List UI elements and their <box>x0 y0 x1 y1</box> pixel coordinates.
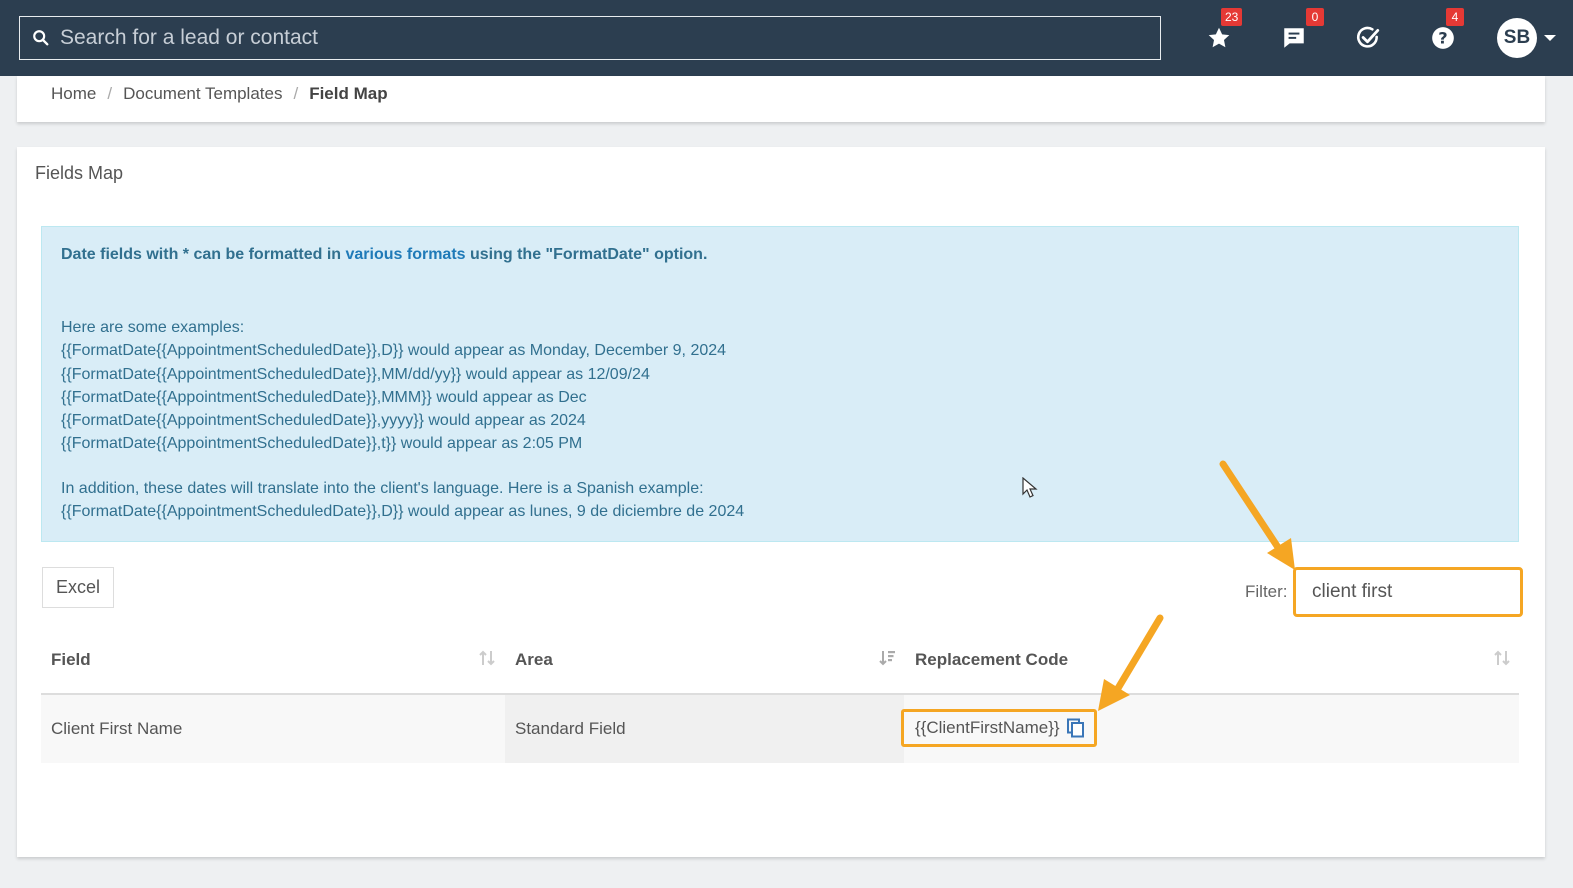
search-input[interactable]: Search for a lead or contact <box>19 16 1161 60</box>
check-circle-icon <box>1356 26 1380 48</box>
fields-map-card: Fields Map Date fields with * can be for… <box>17 147 1545 857</box>
mouse-cursor-icon <box>1022 477 1038 498</box>
replacement-code-text: {{ClientFirstName}} <box>915 718 1060 737</box>
help-button[interactable]: ? 4 <box>1429 8 1464 52</box>
messages-button[interactable]: 0 <box>1280 8 1324 52</box>
alert-heading-text: Date fields with * can be formatted in <box>61 246 346 263</box>
search-placeholder: Search for a lead or contact <box>60 26 318 49</box>
example-line: {{FormatDate{{AppointmentScheduledDate}}… <box>61 435 583 453</box>
help-icon: ? <box>1432 27 1454 49</box>
breadcrumb-document-templates[interactable]: Document Templates <box>123 84 282 104</box>
chat-icon <box>1284 28 1304 48</box>
example-line: {{FormatDate{{AppointmentScheduledDate}}… <box>61 412 586 430</box>
sort-icon[interactable] <box>478 648 496 668</box>
annotation-arrow <box>1098 614 1164 711</box>
favorites-button[interactable]: 23 <box>1205 8 1243 52</box>
search-icon <box>33 30 49 46</box>
breadcrumb-home[interactable]: Home <box>51 84 96 104</box>
filter-input[interactable]: client first <box>1293 567 1523 617</box>
favorites-badge: 23 <box>1221 8 1243 26</box>
examples-intro: Here are some examples: <box>61 319 245 336</box>
column-header-field[interactable]: Field <box>51 650 91 670</box>
spanish-example: {{FormatDate{{AppointmentScheduledDate}}… <box>61 503 745 521</box>
svg-text:?: ? <box>1438 28 1447 47</box>
alert-heading: Date fields with * can be formatted in v… <box>61 246 707 264</box>
breadcrumb: Home / Document Templates / Field Map <box>51 84 388 104</box>
top-navbar: Search for a lead or contact 23 0 ? 4 SB <box>0 0 1573 76</box>
sort-icon[interactable] <box>1493 648 1511 668</box>
cell-field: Client First Name <box>51 719 183 738</box>
replacement-code-cell: {{ClientFirstName}} <box>901 709 1097 747</box>
annotation-arrow <box>1219 460 1295 570</box>
tasks-button[interactable] <box>1354 24 1382 52</box>
excel-export-button[interactable]: Excel <box>42 567 114 608</box>
language-note: In addition, these dates will translate … <box>61 480 704 497</box>
table-row: Client First Name Standard Field {{Clien… <box>41 695 1519 763</box>
avatar[interactable]: SB <box>1497 18 1537 58</box>
star-icon <box>1208 27 1230 48</box>
column-header-area[interactable]: Area <box>515 650 553 670</box>
example-line: {{FormatDate{{AppointmentScheduledDate}}… <box>61 388 587 406</box>
various-formats-link[interactable]: various formats <box>346 246 466 263</box>
breadcrumb-bar: Home / Document Templates / Field Map <box>17 76 1545 122</box>
messages-badge: 0 <box>1306 8 1324 26</box>
cell-area: Standard Field <box>515 719 626 738</box>
column-header-replacement-code[interactable]: Replacement Code <box>915 650 1068 670</box>
breadcrumb-separator: / <box>293 84 299 103</box>
breadcrumb-current: Field Map <box>309 84 388 103</box>
help-badge: 4 <box>1446 8 1464 26</box>
filter-label: Filter: <box>1245 582 1288 601</box>
alert-heading-text-end: using the "FormatDate" option. <box>465 246 708 263</box>
breadcrumb-separator: / <box>107 84 113 103</box>
examples-list: Here are some examples: {{FormatDate{{Ap… <box>61 316 726 456</box>
chevron-down-icon[interactable] <box>1544 35 1556 41</box>
example-line: {{FormatDate{{AppointmentScheduledDate}}… <box>61 342 727 360</box>
copy-icon[interactable] <box>1066 718 1086 738</box>
sort-descending-icon[interactable] <box>878 648 896 668</box>
example-line: {{FormatDate{{AppointmentScheduledDate}}… <box>61 365 650 383</box>
language-note-block: In addition, these dates will translate … <box>61 477 744 524</box>
page-title: Fields Map <box>35 163 124 183</box>
